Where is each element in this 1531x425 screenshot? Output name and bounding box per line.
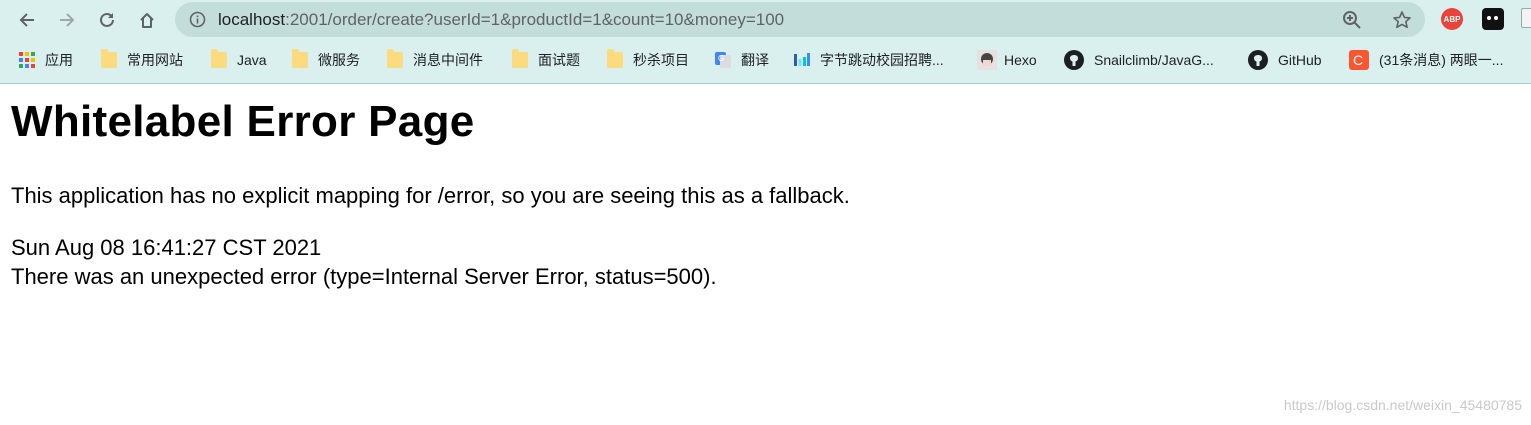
csdn-icon: C	[1349, 50, 1369, 70]
folder-icon	[387, 49, 403, 68]
error-message: This application has no explicit mapping…	[11, 183, 850, 208]
svg-text:C: C	[1353, 52, 1363, 68]
browser-chrome: localhost:2001/order/create?userId=1&pro…	[0, 0, 1531, 84]
browser-toolbar: localhost:2001/order/create?userId=1&pro…	[0, 0, 1531, 39]
back-icon	[19, 13, 34, 27]
info-icon[interactable]	[189, 11, 206, 28]
bookmark-label: 应用	[45, 52, 73, 68]
bookmark-translate[interactable]: G 翻译	[715, 48, 769, 72]
apps-icon	[19, 52, 35, 68]
back-button[interactable]	[13, 6, 41, 34]
bookmark-folder[interactable]: 面试题	[512, 48, 580, 72]
bookmark-label: (31条消息) 两眼一...	[1379, 52, 1504, 68]
url-path: :2001/order/create?userId=1&productId=1&…	[285, 10, 785, 29]
bookmark-label: 面试题	[538, 52, 580, 68]
bookmarks-bar: 应用 常用网站 Java 微服务 消息中间件 面试题 秒杀项目 G 翻译 字节跳…	[0, 44, 1531, 76]
star-icon[interactable]	[1392, 10, 1412, 30]
forward-icon	[60, 13, 75, 27]
bookmark-hexo[interactable]: Hexo	[977, 48, 1037, 72]
bookmark-label: 消息中间件	[413, 52, 483, 68]
svg-text:G: G	[718, 54, 724, 63]
bookmark-folder[interactable]: 微服务	[292, 48, 360, 72]
folder-icon	[512, 49, 528, 68]
folder-icon	[211, 49, 227, 68]
error-timestamp: Sun Aug 08 16:41:27 CST 2021	[11, 235, 322, 260]
reload-icon	[100, 12, 114, 27]
bytedance-icon	[794, 53, 810, 66]
url-text[interactable]: localhost:2001/order/create?userId=1&pro…	[218, 10, 784, 30]
bookmark-csdn[interactable]: C (31条消息) 两眼一...	[1349, 48, 1503, 72]
forward-button[interactable]	[53, 6, 81, 34]
bookmark-label: Hexo	[1004, 52, 1037, 68]
github-icon	[1064, 50, 1084, 70]
error-details: There was an unexpected error (type=Inte…	[11, 264, 717, 289]
extension-icon[interactable]	[1521, 8, 1531, 28]
bookmark-label: 翻译	[741, 52, 769, 68]
adblock-plus-icon[interactable]: ABP	[1441, 8, 1463, 30]
adblock-plus-label: ABP	[1443, 14, 1461, 24]
page-title: Whitelabel Error Page	[11, 97, 475, 146]
folder-icon	[607, 49, 623, 68]
bookmark-label: 字节跳动校园招聘...	[820, 52, 944, 68]
github-icon	[1248, 50, 1268, 70]
bookmark-label: Java	[237, 52, 267, 68]
address-bar[interactable]: localhost:2001/order/create?userId=1&pro…	[175, 2, 1425, 37]
bookmark-label: 微服务	[318, 52, 360, 68]
hexo-icon	[977, 50, 997, 70]
extension-icon[interactable]	[1482, 8, 1504, 30]
zoom-icon[interactable]	[1342, 10, 1362, 30]
bookmark-label: 秒杀项目	[633, 52, 689, 68]
bookmark-github[interactable]: GitHub	[1248, 48, 1322, 72]
bookmark-label: 常用网站	[127, 52, 183, 68]
home-button[interactable]	[133, 6, 161, 34]
watermark: https://blog.csdn.net/weixin_45480785	[1283, 397, 1522, 413]
google-translate-icon: G	[715, 52, 731, 68]
folder-icon	[292, 49, 308, 68]
url-host: localhost	[218, 10, 286, 29]
bookmark-apps[interactable]: 应用	[19, 48, 73, 72]
bookmark-label: GitHub	[1278, 52, 1322, 68]
reload-button[interactable]	[93, 6, 121, 34]
home-icon	[140, 13, 154, 28]
bookmark-folder[interactable]: Java	[211, 48, 267, 72]
bookmark-bytedance[interactable]: 字节跳动校园招聘...	[794, 48, 944, 72]
folder-icon	[101, 49, 117, 68]
bookmark-github-repo[interactable]: Snailclimb/JavaG...	[1064, 48, 1214, 72]
bookmark-folder[interactable]: 常用网站	[101, 48, 183, 72]
bookmark-folder[interactable]: 秒杀项目	[607, 48, 689, 72]
bookmark-folder[interactable]: 消息中间件	[387, 48, 483, 72]
bookmark-label: Snailclimb/JavaG...	[1094, 52, 1214, 68]
